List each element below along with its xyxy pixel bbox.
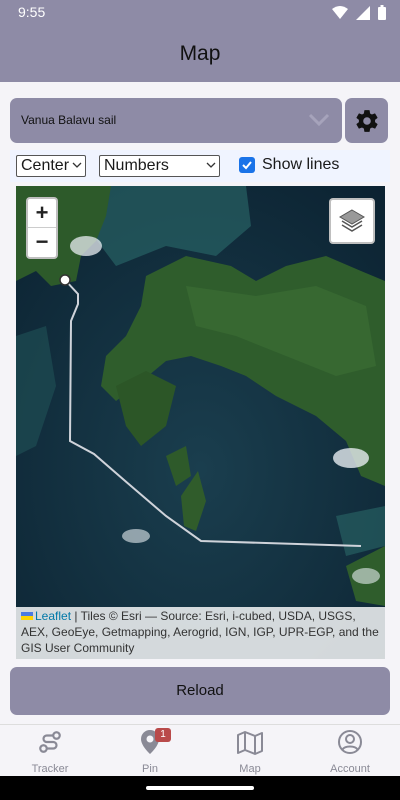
show-lines-label: Show lines xyxy=(262,156,340,173)
map-controls-row: Center Numbers Show lines xyxy=(10,150,390,182)
zoom-control: + − xyxy=(26,197,58,259)
cloud xyxy=(70,236,102,256)
wifi-icon xyxy=(332,5,348,19)
checkmark-icon xyxy=(242,161,252,170)
center-select-value: Center xyxy=(21,157,70,174)
map-attribution: Leaflet | Tiles © Esri — Source: Esri, i… xyxy=(16,607,385,659)
cloud xyxy=(122,529,150,543)
satellite-imagery xyxy=(16,186,385,659)
show-lines-checkbox[interactable] xyxy=(239,157,255,173)
cloud xyxy=(352,568,380,584)
pin-badge: 1 xyxy=(155,728,171,742)
center-select[interactable]: Center xyxy=(16,155,86,177)
label-mode-select[interactable]: Numbers xyxy=(99,155,220,177)
status-bar: 9:55 xyxy=(0,0,400,26)
attribution-text: | Tiles © Esri — Source: Esri, i-cubed, … xyxy=(21,609,379,655)
page-title: Map xyxy=(179,42,221,65)
cloud xyxy=(333,448,369,468)
home-gesture-handle[interactable] xyxy=(146,786,254,790)
app-bar: Map xyxy=(0,26,400,82)
zoom-in-button[interactable]: + xyxy=(28,199,56,228)
nav-pin-label: Pin xyxy=(142,763,158,775)
route-select[interactable]: Vanua Balavu sail xyxy=(10,98,342,143)
label-mode-select-value: Numbers xyxy=(104,157,169,174)
layers-icon xyxy=(339,209,365,232)
nav-account[interactable]: Account xyxy=(300,725,400,777)
map-icon xyxy=(237,731,263,755)
bottom-nav: Tracker 1 Pin Map Account xyxy=(0,724,400,776)
gesture-bar xyxy=(0,776,400,800)
nav-map-label: Map xyxy=(239,763,261,775)
map-view[interactable]: + − Leaflet | Tiles © Esri — Source: Esr… xyxy=(16,186,385,659)
settings-button[interactable] xyxy=(345,98,388,143)
account-icon xyxy=(338,730,362,754)
layers-button[interactable] xyxy=(329,198,375,244)
chevron-down-icon xyxy=(72,162,82,168)
nav-pin[interactable]: 1 Pin xyxy=(100,725,200,777)
nav-tracker[interactable]: Tracker xyxy=(0,725,100,777)
nav-tracker-label: Tracker xyxy=(31,763,69,775)
zoom-out-button[interactable]: − xyxy=(28,228,56,257)
route-icon xyxy=(39,731,61,753)
signal-icon xyxy=(356,5,370,20)
battery-icon xyxy=(378,5,386,20)
status-time: 9:55 xyxy=(18,4,46,20)
status-icons xyxy=(332,5,386,20)
nav-map[interactable]: Map xyxy=(200,725,300,777)
gear-icon xyxy=(355,109,378,132)
chevron-down-icon xyxy=(308,113,330,127)
route-select-value: Vanua Balavu sail xyxy=(21,113,117,127)
reload-button[interactable]: Reload xyxy=(10,667,390,715)
show-lines-toggle[interactable]: Show lines xyxy=(239,156,339,174)
nav-account-label: Account xyxy=(330,763,370,775)
ukraine-flag-icon xyxy=(21,612,33,620)
leaflet-link[interactable]: Leaflet xyxy=(35,609,71,623)
track-start-marker xyxy=(59,274,71,286)
chevron-down-icon xyxy=(206,162,216,168)
